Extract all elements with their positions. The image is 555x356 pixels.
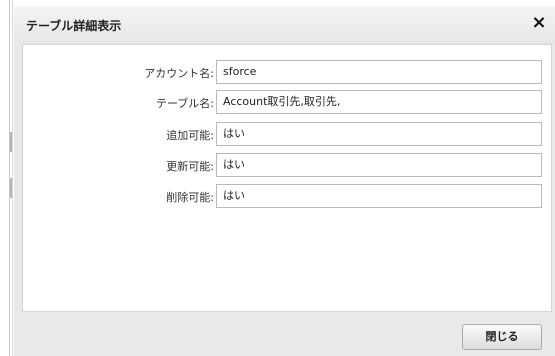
updatable-label: 更新可能: (166, 160, 214, 173)
table-detail-dialog: テーブル詳細表示 × アカウント名: sforce テーブル名: Account… (14, 6, 555, 356)
insertable-field[interactable]: はい (216, 122, 542, 146)
dialog-titlebar: テーブル詳細表示 × (14, 6, 555, 44)
updatable-row: 更新可能: はい (23, 153, 553, 179)
account-name-label: アカウント名: (144, 67, 214, 80)
deletable-row: 削除可能: はい (23, 184, 553, 210)
close-icon[interactable]: × (529, 13, 549, 33)
table-name-row: テーブル名: Account取引先,取引先, (23, 90, 553, 116)
table-name-label: テーブル名: (155, 97, 214, 110)
updatable-field[interactable]: はい (216, 153, 542, 177)
dialog-title: テーブル詳細表示 (26, 19, 122, 33)
background-window-edge (0, 0, 14, 356)
account-name-row: アカウント名: sforce (23, 60, 553, 86)
insertable-row: 追加可能: はい (23, 122, 553, 148)
close-button[interactable]: 閉じる (462, 324, 542, 350)
insertable-label: 追加可能: (166, 129, 214, 142)
deletable-label: 削除可能: (166, 191, 214, 204)
detail-panel: アカウント名: sforce テーブル名: Account取引先,取引先, 追加… (22, 44, 552, 312)
account-name-field[interactable]: sforce (216, 60, 542, 84)
table-name-field[interactable]: Account取引先,取引先, (216, 90, 542, 114)
deletable-field[interactable]: はい (216, 184, 542, 208)
